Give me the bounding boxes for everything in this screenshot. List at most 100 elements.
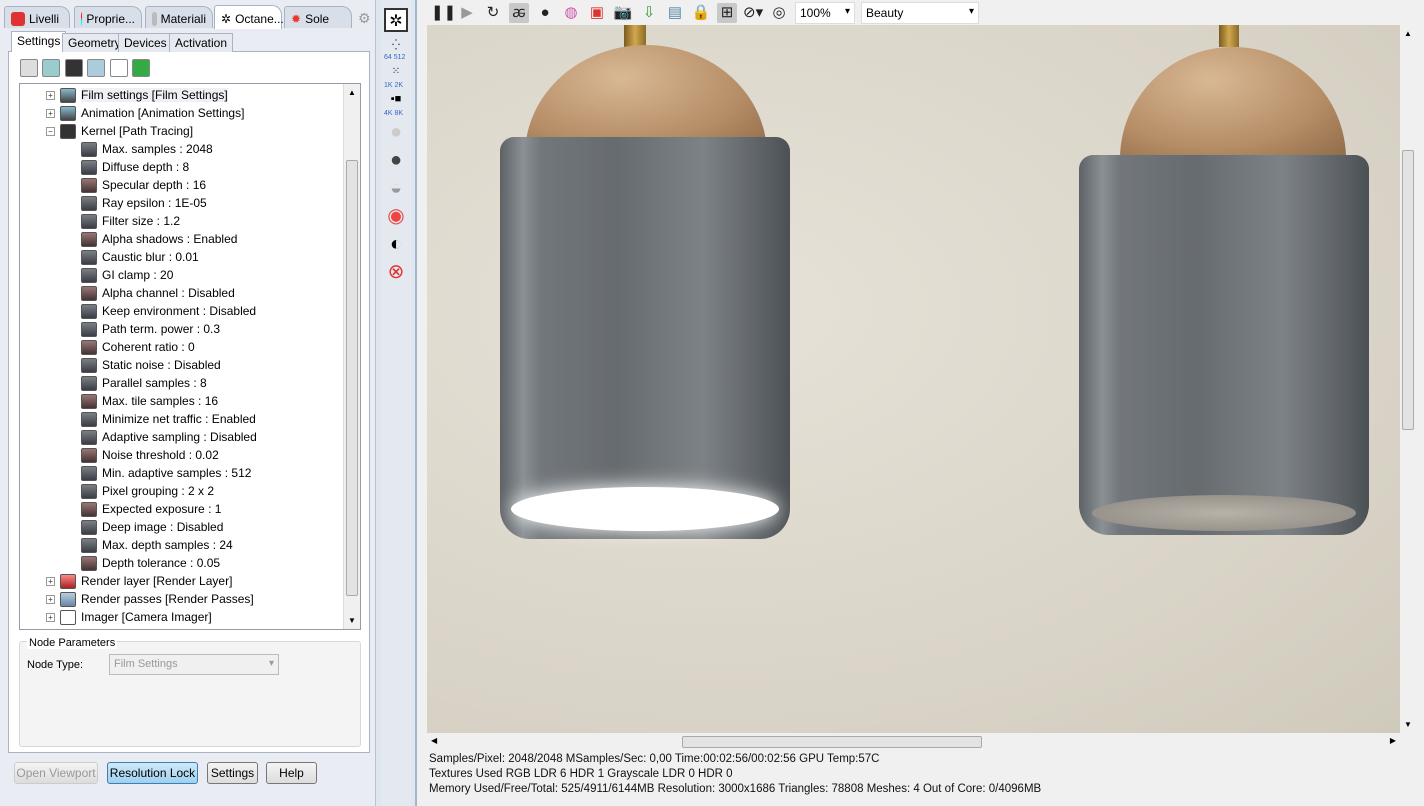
material-picker-icon[interactable]: ●: [535, 3, 555, 23]
tree-item-film-settings[interactable]: + Film settings [Film Settings]: [46, 86, 228, 104]
contrast-icon[interactable]: ◐: [384, 232, 408, 256]
kernel-node-button[interactable]: [65, 59, 83, 77]
tree-item-render-passes[interactable]: + Render passes [Render Passes]: [46, 590, 254, 608]
resolution-lock-button[interactable]: Resolution Lock: [107, 762, 198, 784]
glossy-ball-icon[interactable]: ●: [384, 148, 408, 172]
tab-octane[interactable]: ✲ Octane...: [214, 5, 284, 29]
help-button[interactable]: Help: [266, 762, 317, 784]
tree-item-kernel-param[interactable]: Diffuse depth : 8: [81, 158, 189, 176]
tab-activation[interactable]: Activation: [169, 33, 234, 52]
settings-button[interactable]: Settings: [207, 762, 258, 784]
open-viewport-button[interactable]: Open Viewport: [14, 762, 98, 784]
tree-item-label: Max. tile samples : 16: [102, 394, 219, 408]
tab-sole[interactable]: ✹ Sole: [284, 6, 352, 28]
tree-item-kernel-param[interactable]: Coherent ratio : 0: [81, 338, 195, 356]
tree-item-kernel-param[interactable]: Max. tile samples : 16: [81, 392, 218, 410]
tree-item-kernel-param[interactable]: Depth tolerance : 0.05: [81, 554, 220, 572]
node-icon: [81, 231, 97, 247]
vertical-scrollbar-thumb[interactable]: [1402, 150, 1414, 430]
octane-render-icon[interactable]: ✲: [384, 8, 408, 32]
tab-materiali[interactable]: Materiali: [145, 6, 213, 28]
tree-item-kernel-param[interactable]: Path term. power : 0.3: [81, 320, 220, 338]
color-picker-icon[interactable]: ◍: [561, 3, 581, 23]
tree-scrollbar[interactable]: ▲ ▼: [343, 84, 360, 629]
node-icon: [81, 267, 97, 283]
viewport-options-icon[interactable]: ⊘▾: [743, 3, 763, 23]
expand-icon[interactable]: +: [46, 90, 55, 100]
region-picker-icon[interactable]: ▣: [587, 3, 607, 23]
tab-geometry[interactable]: Geometry: [62, 33, 127, 52]
viewport-vertical-scrollbar[interactable]: ▲ ▼: [1400, 25, 1416, 733]
expand-icon[interactable]: +: [46, 594, 55, 604]
autofocus-picker-icon[interactable]: ꬱ: [509, 2, 529, 23]
tree-item-kernel[interactable]: − Kernel [Path Tracing]: [46, 122, 193, 140]
tree-item-imager[interactable]: + Imager [Camera Imager]: [46, 608, 212, 626]
material-picker-icon[interactable]: ◒: [384, 176, 408, 200]
expand-icon[interactable]: +: [46, 576, 55, 586]
tree-item-kernel-param[interactable]: Pixel grouping : 2 x 2: [81, 482, 214, 500]
render-passes-button[interactable]: [87, 59, 105, 77]
tree-item-kernel-param[interactable]: Adaptive sampling : Disabled: [81, 428, 257, 446]
tree-item-kernel-param[interactable]: Min. adaptive samples : 512: [81, 464, 251, 482]
tree-item-label: Max. depth samples : 24: [102, 538, 233, 552]
tab-livelli[interactable]: Livelli: [4, 6, 70, 28]
tree-item-kernel-param[interactable]: Minimize net traffic : Enabled: [81, 410, 256, 428]
tree-item-kernel-param[interactable]: Ray epsilon : 1E-05: [81, 194, 207, 212]
tree-item-kernel-param[interactable]: Max. depth samples : 24: [81, 536, 233, 554]
imager-node-button[interactable]: [110, 59, 128, 77]
tree-item-animation[interactable]: + Animation [Animation Settings]: [46, 104, 244, 122]
lock-icon[interactable]: 🔒: [691, 3, 711, 23]
tree-item-kernel-param[interactable]: Specular depth : 16: [81, 176, 206, 194]
render-viewport[interactable]: [427, 25, 1400, 733]
postprocess-node-button[interactable]: [132, 59, 150, 77]
pause-icon[interactable]: ❚❚: [431, 3, 456, 23]
tree-item-render-layer[interactable]: + Render layer [Render Layer]: [46, 572, 232, 590]
material-ball-icon[interactable]: ●: [384, 120, 408, 144]
tree-item-kernel-param[interactable]: Noise threshold : 0.02: [81, 446, 219, 464]
viewport-horizontal-scrollbar[interactable]: ◀ ▶: [427, 735, 1400, 749]
clear-icon[interactable]: ⊗: [384, 260, 408, 284]
zoom-select[interactable]: 100%: [795, 1, 855, 24]
tree-item-kernel-param[interactable]: Deep image : Disabled: [81, 518, 223, 536]
tree-item-kernel-param[interactable]: Parallel samples : 8: [81, 374, 207, 392]
tree-item-label: Ray epsilon : 1E-05: [102, 196, 207, 210]
play-icon[interactable]: ▶: [457, 3, 477, 23]
camera-node-button[interactable]: [20, 59, 38, 77]
tab-devices[interactable]: Devices: [118, 33, 173, 52]
tree-item-kernel-param[interactable]: Alpha shadows : Enabled: [81, 230, 237, 248]
sample-preset-4k-icon[interactable]: ▪■: [384, 87, 408, 111]
expand-icon[interactable]: +: [46, 108, 55, 118]
tree-item-kernel-param[interactable]: Filter size : 1.2: [81, 212, 180, 230]
region-render-icon[interactable]: ⊞: [717, 2, 737, 23]
restart-icon[interactable]: ↻: [483, 3, 503, 23]
tab-proprieta[interactable]: Proprie...: [74, 6, 142, 28]
node-icon: [81, 357, 97, 373]
tree-item-kernel-param[interactable]: Keep environment : Disabled: [81, 302, 256, 320]
horizontal-scrollbar-thumb[interactable]: [682, 736, 982, 748]
render-pass-select[interactable]: Beauty: [861, 1, 979, 24]
node-icon: [81, 465, 97, 481]
tree-scrollbar-thumb[interactable]: [346, 160, 358, 596]
node-type-select[interactable]: Film Settings: [109, 654, 279, 675]
materials-icon: [152, 12, 157, 26]
tab-settings[interactable]: Settings: [11, 31, 67, 52]
gear-icon[interactable]: ⚙: [358, 10, 371, 27]
tree-item-kernel-param[interactable]: Expected exposure : 1: [81, 500, 221, 518]
zoom-fit-icon[interactable]: ◎: [769, 3, 789, 23]
tree-item-label: Min. adaptive samples : 512: [102, 466, 252, 480]
export-passes-icon[interactable]: ▤: [665, 3, 685, 23]
export-icon[interactable]: ⇩: [639, 3, 659, 23]
tree-item-kernel-param[interactable]: Static noise : Disabled: [81, 356, 221, 374]
tree-item-kernel-param[interactable]: Caustic blur : 0.01: [81, 248, 199, 266]
sample-preset-1k-icon[interactable]: ⁙: [384, 60, 408, 84]
light-ball-icon[interactable]: ◉: [384, 204, 408, 228]
expand-icon[interactable]: +: [46, 612, 55, 622]
render-status: Samples/Pixel: 2048/2048 MSamples/Sec: 0…: [429, 752, 1041, 797]
environment-node-button[interactable]: [42, 59, 60, 77]
tree-item-kernel-param[interactable]: GI clamp : 20: [81, 266, 173, 284]
camera-icon[interactable]: 📷: [613, 3, 633, 23]
collapse-icon[interactable]: −: [46, 126, 55, 136]
node-icon: [81, 249, 97, 265]
tree-item-kernel-param[interactable]: Alpha channel : Disabled: [81, 284, 235, 302]
tree-item-kernel-param[interactable]: Max. samples : 2048: [81, 140, 213, 158]
